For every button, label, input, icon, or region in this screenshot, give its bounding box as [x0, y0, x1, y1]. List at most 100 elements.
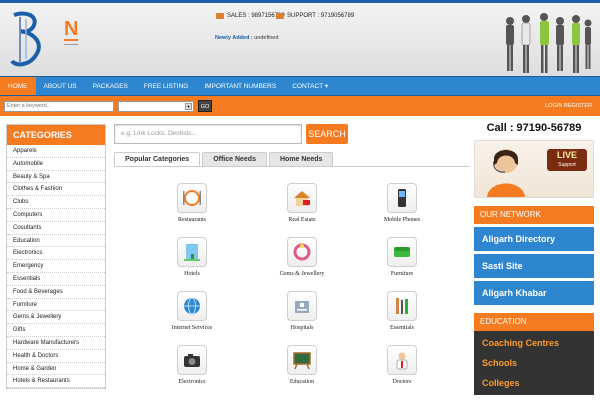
network-link[interactable]: Sasti Site [474, 254, 594, 278]
business-people-image [506, 13, 592, 73]
keyword-input[interactable] [4, 100, 114, 112]
category-item[interactable]: Education [7, 235, 105, 248]
nav-contact[interactable]: CONTACT ▾ [284, 77, 336, 95]
grid-item-label: Mobile Phones [383, 217, 421, 223]
category-item[interactable]: Apparels [7, 145, 105, 158]
grid-item-electronics[interactable]: Electronics [157, 345, 227, 385]
education-title: EDUCATION [474, 313, 594, 331]
hospital-icon [295, 301, 309, 313]
category-item[interactable]: Automobile [7, 158, 105, 171]
restaurant-icon [183, 190, 201, 206]
newly-added-label: Newly Added : [215, 35, 253, 41]
search-input[interactable]: e.g. Link Locks, Dentists... [114, 124, 302, 144]
jewellery-icon [293, 243, 311, 261]
grid-item-label: Essentials [390, 325, 414, 331]
main-content: CATEGORIES Apparels Automobile Beauty & … [0, 116, 600, 395]
go-button[interactable]: GO [198, 100, 212, 112]
site-header: N SALES : 9897156789 SUPPORT : 971905678… [0, 0, 600, 76]
grid-item-education[interactable]: Education [267, 345, 337, 385]
categories-title: CATEGORIES [7, 125, 105, 145]
live-badge: LIVE Support [547, 149, 587, 171]
grid-item-hospitals[interactable]: Hospitals [267, 291, 337, 331]
grid-item-label: Doctors [392, 379, 412, 385]
grid-item-furniture[interactable]: Furniture [367, 237, 437, 277]
category-item[interactable]: Cosultants [7, 222, 105, 235]
grid-item-gems-jewellery[interactable]: Gems & Jewellery [267, 237, 337, 277]
category-item[interactable]: Furniture [7, 299, 105, 312]
education-list: Coaching Centres Schools Colleges [474, 331, 594, 395]
category-item[interactable]: Clothes & Fashion [7, 183, 105, 197]
chevron-down-icon[interactable]: ▼ [185, 102, 192, 110]
category-item[interactable]: Hotels & Restaurants [7, 375, 105, 389]
grid-item-internet-services[interactable]: Internet Services [157, 291, 227, 331]
grid-item-essentials[interactable]: Essentials [367, 291, 437, 331]
support-agent-image [487, 149, 525, 197]
right-sidebar: Call : 97190-56789 LIVE Support OUR NETW… [474, 116, 594, 395]
education-link[interactable]: Coaching Centres [474, 333, 594, 353]
tab-popular-categories[interactable]: Popular Categories [114, 152, 201, 166]
svg-text:N: N [64, 18, 78, 40]
category-item[interactable]: Gifts [7, 324, 105, 337]
login-register-link[interactable]: LOGIN REGISTER [545, 103, 596, 109]
category-item[interactable]: Food & Beverages [7, 286, 105, 299]
nav-free-listing[interactable]: FREE LISTING [136, 77, 196, 95]
newly-added: Newly Added : undefined [215, 35, 278, 41]
tab-office-needs[interactable]: Office Needs [202, 152, 267, 166]
category-item[interactable]: Hardware Manufacturers [7, 337, 105, 350]
category-item[interactable]: Clubs [7, 196, 105, 209]
nav-home[interactable]: HOME [0, 77, 36, 95]
categories-sidebar: CATEGORIES Apparels Automobile Beauty & … [6, 124, 106, 390]
doctor-icon [396, 352, 408, 370]
category-item[interactable]: Computers [7, 209, 105, 222]
nav-about-us[interactable]: ABOUT US [36, 77, 85, 95]
support-text: Support [558, 162, 576, 168]
grid-item-real-estate[interactable]: Real Estate [267, 183, 337, 223]
category-item[interactable]: Essentials [7, 273, 105, 286]
education-link[interactable]: Schools [474, 353, 594, 373]
sofa-icon [394, 247, 410, 257]
grid-item-doctors[interactable]: Doctors [367, 345, 437, 385]
grid-item-mobile-phones[interactable]: Mobile Phones [367, 183, 437, 223]
real-estate-icon [294, 191, 310, 206]
grid-item-label: Education [289, 379, 315, 385]
tools-icon [396, 298, 408, 314]
call-number: Call : 97190-56789 [486, 122, 582, 134]
newly-added-value[interactable]: undefined [254, 35, 278, 41]
network-title: OUR NETWORK [474, 206, 594, 224]
tab-home-needs[interactable]: Home Needs [268, 152, 334, 166]
live-support-banner[interactable]: LIVE Support [474, 140, 594, 198]
quick-search-bar: ▼ GO LOGIN REGISTER [0, 96, 600, 116]
support-number: SUPPORT : 9719056789 [287, 13, 355, 19]
category-grid: Restaurants Real Estate Mobile Phones Ho… [114, 167, 470, 399]
logo-b-icon[interactable] [4, 9, 56, 73]
grid-item-label: Internet Services [171, 325, 213, 331]
category-tabs: Popular Categories Office Needs Home Nee… [114, 152, 470, 167]
search-button[interactable]: SEARCH [306, 124, 348, 144]
phone-icon [216, 13, 224, 19]
grid-item-restaurants[interactable]: Restaurants [157, 183, 227, 223]
network-link[interactable]: Aligarh Directory [474, 227, 594, 251]
camera-icon [184, 354, 200, 367]
grid-item-label: Hotels [184, 271, 200, 277]
category-item[interactable]: Electronics [7, 247, 105, 261]
category-item[interactable]: Health & Doctors [7, 350, 105, 363]
grid-item-hotels[interactable]: Hotels [157, 237, 227, 277]
center-panel: e.g. Link Locks, Dentists... SEARCH Popu… [114, 124, 470, 399]
nav-important-numbers[interactable]: IMPORTANT NUMBERS [196, 77, 284, 95]
grid-item-label: Furniture [390, 271, 414, 277]
grid-item-label: Real Estate [288, 217, 316, 223]
grid-item-label: Restaurants [178, 217, 206, 223]
logo-n-icon: N [64, 18, 78, 45]
category-select[interactable]: ▼ [118, 100, 194, 112]
category-item[interactable]: Emergency [7, 260, 105, 273]
globe-icon [184, 297, 200, 315]
sales-contact: SALES : 9897156789 [216, 13, 285, 19]
nav-packages[interactable]: PACKAGES [85, 77, 136, 95]
category-item[interactable]: Beauty & Spa [7, 171, 105, 184]
category-item[interactable]: Gems & Jewellery [7, 311, 105, 325]
network-link[interactable]: Aligarh Khabar [474, 281, 594, 305]
education-link[interactable]: Colleges [474, 373, 594, 393]
hotel-icon [184, 244, 200, 261]
category-item[interactable]: Home & Garden [7, 363, 105, 376]
phone-icon [276, 13, 284, 19]
